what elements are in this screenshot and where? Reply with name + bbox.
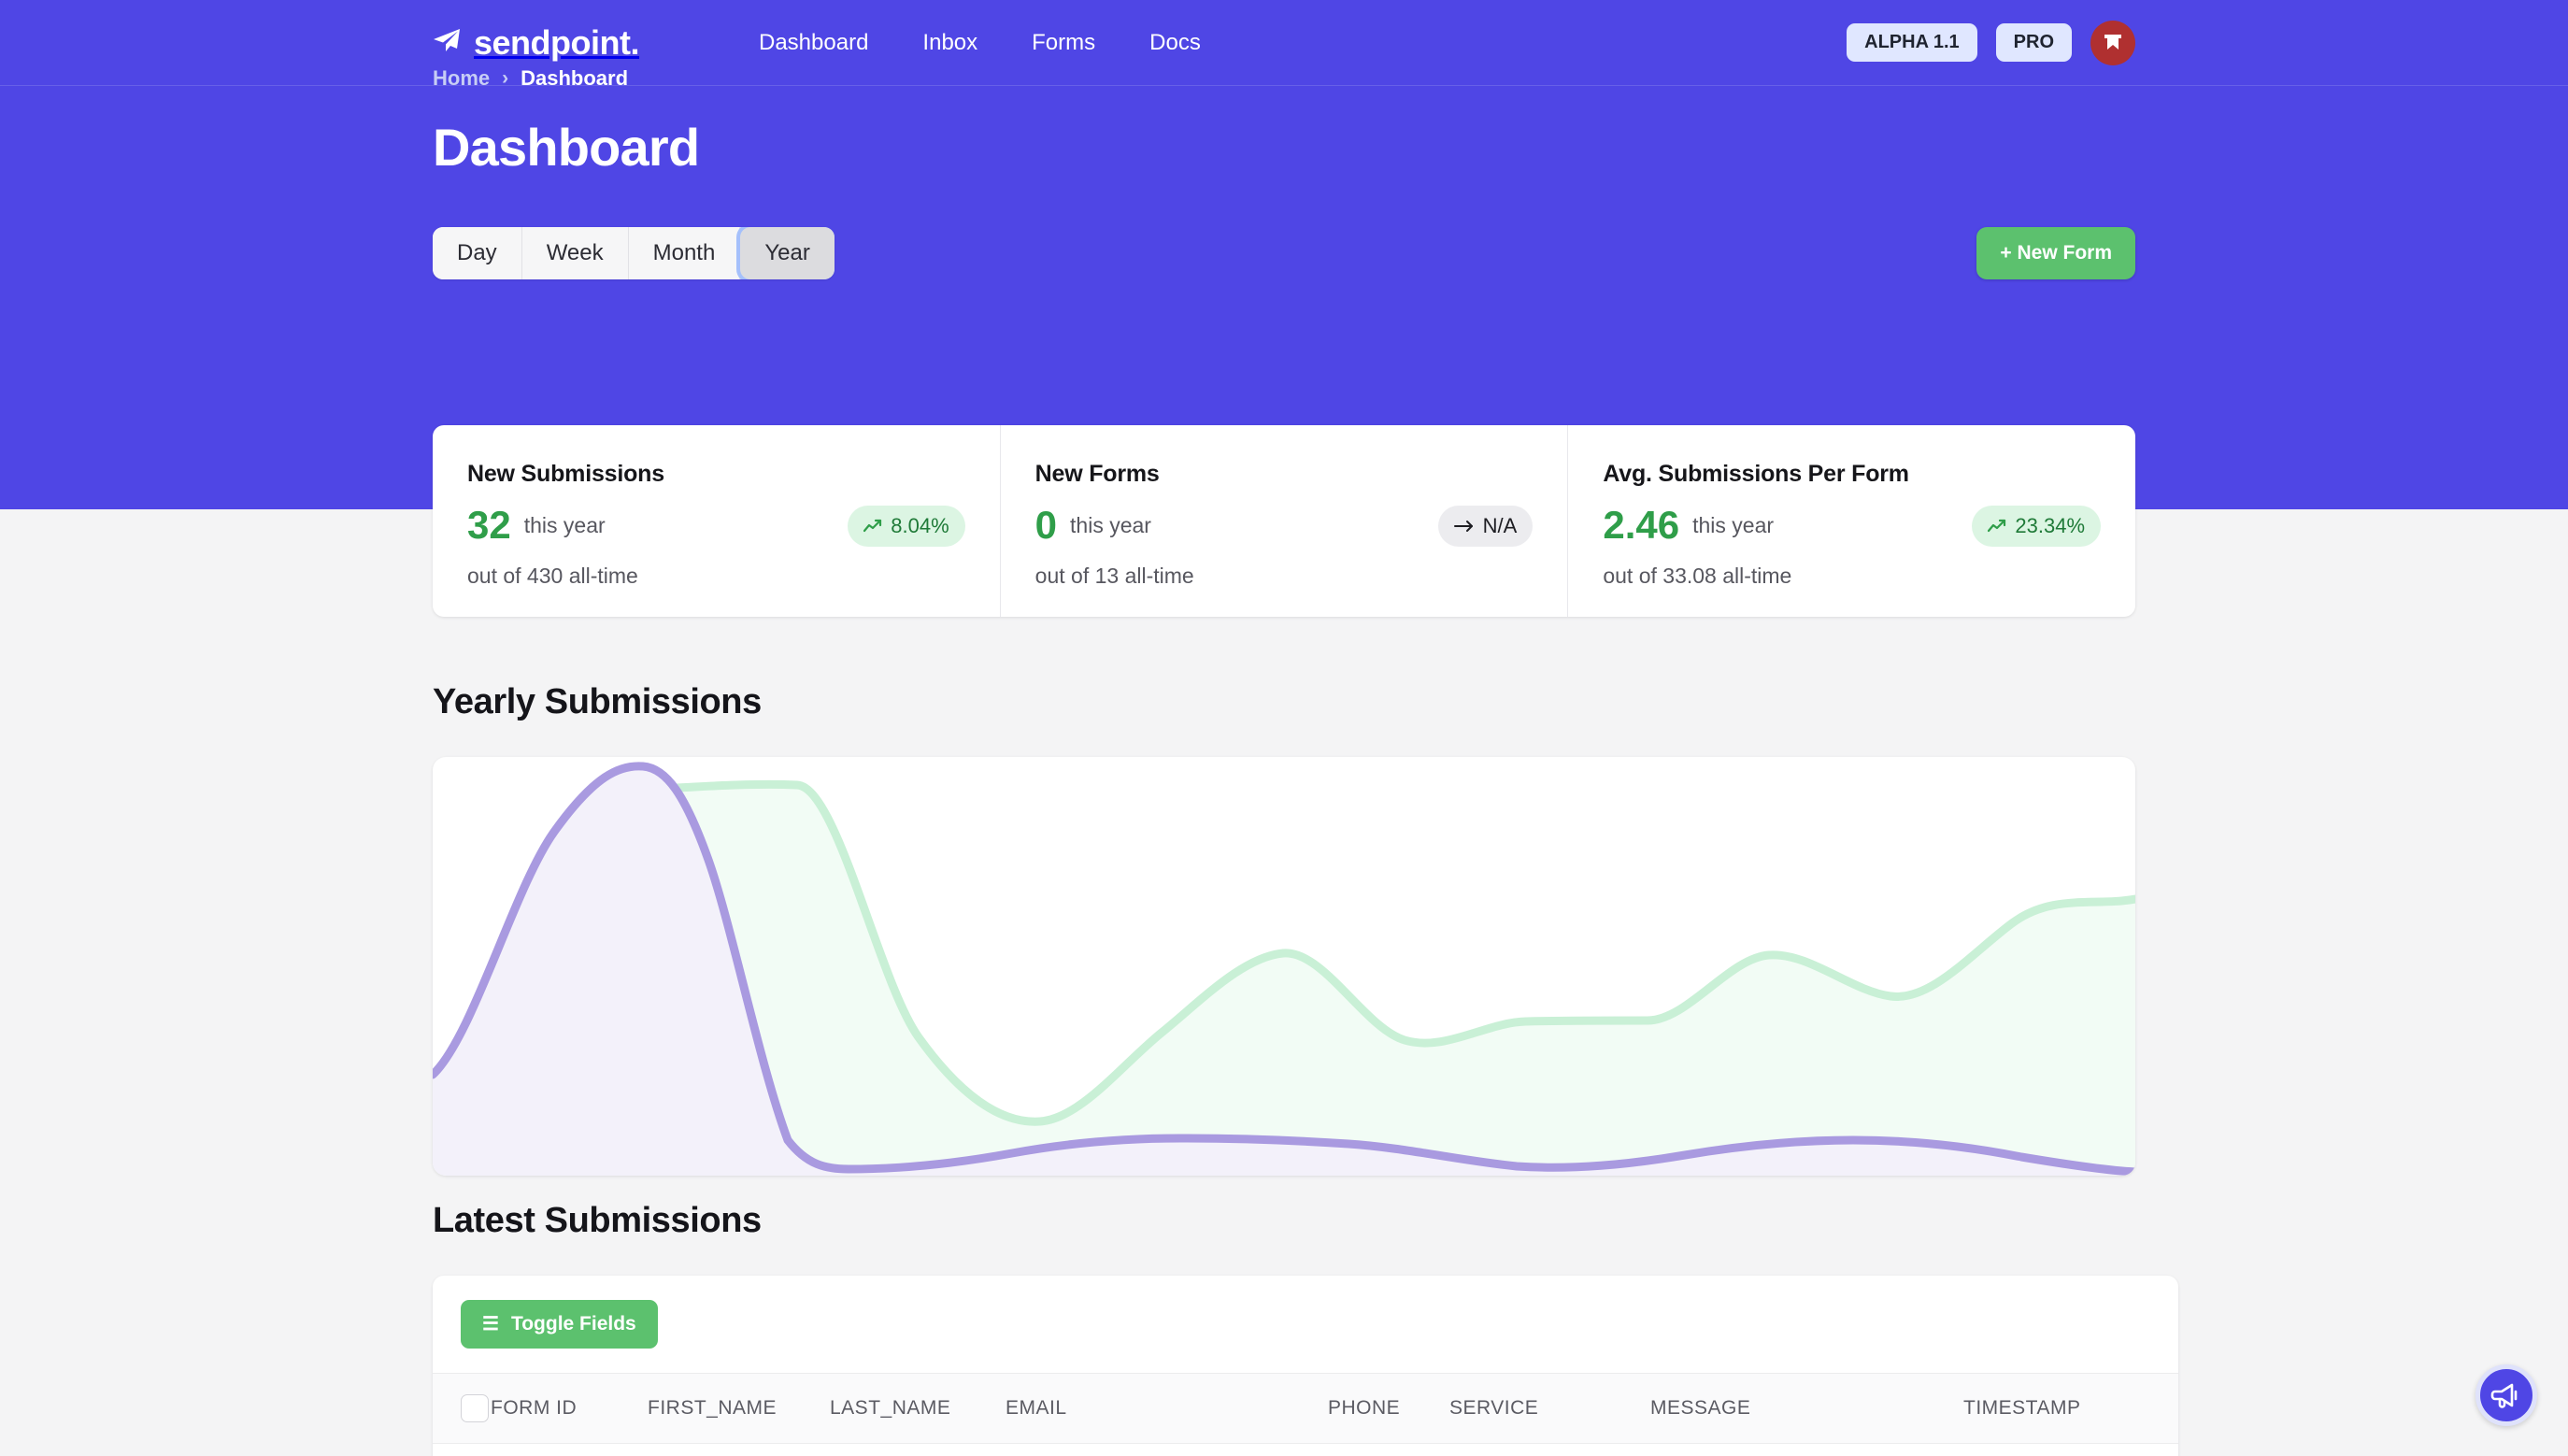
column-header-phone[interactable]: PHONE bbox=[1328, 1374, 1449, 1444]
cell-email: finnagapp@icloud.com bbox=[1006, 1444, 1328, 1456]
trend-up-icon bbox=[863, 519, 882, 534]
cell-message: Nice Website, appreciate bbox=[1650, 1444, 1963, 1456]
toggle-fields-button[interactable]: ☰ Toggle Fields bbox=[461, 1300, 658, 1349]
dashboard-page: sendpoint. Dashboard Inbox Forms Docs AL… bbox=[0, 0, 2568, 1456]
column-header-timestamp[interactable]: TIMESTAMP bbox=[1963, 1374, 2178, 1444]
trend-up-icon bbox=[1988, 519, 2006, 534]
stat-value: 32 bbox=[467, 506, 511, 545]
cell-last-name: Martin bbox=[830, 1444, 1006, 1456]
range-option-year[interactable]: Year bbox=[740, 227, 835, 279]
table-row[interactable]: tim Finn Martin finnagapp@icloud.com Ski… bbox=[433, 1444, 2178, 1456]
new-form-button[interactable]: + New Form bbox=[1976, 227, 2135, 279]
status-badge: 23.34% bbox=[1972, 506, 2101, 547]
status-badge-label: 23.34% bbox=[2015, 514, 2085, 538]
chart-svg bbox=[433, 757, 2135, 1176]
stat-value: 0 bbox=[1035, 506, 1057, 545]
submissions-table-card: ☰ Toggle Fields FORM ID FIRST_NAME LAST_… bbox=[433, 1276, 2178, 1456]
stat-value: 2.46 bbox=[1603, 506, 1679, 545]
range-option-week[interactable]: Week bbox=[522, 227, 629, 279]
cell-first-name: Finn bbox=[648, 1444, 830, 1456]
status-badge-label: 8.04% bbox=[891, 514, 949, 538]
select-all-checkbox[interactable] bbox=[461, 1394, 489, 1422]
table-toolbar: ☰ Toggle Fields bbox=[433, 1276, 2178, 1373]
stat-cards: New Submissions 32 this year 8.04% out o… bbox=[433, 425, 2135, 617]
range-option-day[interactable]: Day bbox=[433, 227, 522, 279]
breadcrumb-current: Dashboard bbox=[521, 66, 628, 91]
cell-timestamp: 11/06/23 1:42:04 PM bbox=[1963, 1444, 2178, 1456]
breadcrumb-home[interactable]: Home bbox=[433, 66, 490, 91]
breadcrumb: Home › Dashboard bbox=[433, 0, 2135, 91]
stat-period: this year bbox=[524, 513, 606, 538]
status-badge: 8.04% bbox=[848, 506, 964, 547]
table-header-row: FORM ID FIRST_NAME LAST_NAME EMAIL PHONE… bbox=[433, 1374, 2178, 1444]
toggle-fields-label: Toggle Fields bbox=[511, 1313, 636, 1335]
row-select-cell bbox=[433, 1444, 491, 1456]
cell-phone bbox=[1328, 1444, 1449, 1456]
arrow-right-icon bbox=[1454, 520, 1475, 533]
status-badge: N/A bbox=[1438, 506, 1534, 547]
column-header-email[interactable]: EMAIL bbox=[1006, 1374, 1328, 1444]
stat-subtext: out of 33.08 all-time bbox=[1603, 564, 2101, 589]
stat-title: New Submissions bbox=[467, 461, 965, 488]
status-badge-label: N/A bbox=[1483, 514, 1518, 538]
range-selector: Day Week Month Year bbox=[433, 227, 835, 279]
stat-title: New Forms bbox=[1035, 461, 1534, 488]
submissions-table: FORM ID FIRST_NAME LAST_NAME EMAIL PHONE… bbox=[433, 1373, 2178, 1456]
cell-service: Skills Training bbox=[1449, 1444, 1650, 1456]
stat-subtext: out of 430 all-time bbox=[467, 564, 965, 589]
page-title: Dashboard bbox=[433, 117, 2135, 178]
cell-form-id: tim bbox=[491, 1444, 648, 1456]
stat-card-avg-submissions-per-form: Avg. Submissions Per Form 2.46 this year… bbox=[1568, 425, 2135, 617]
hamburger-icon: ☰ bbox=[482, 1315, 499, 1334]
submissions-chart[interactable] bbox=[433, 757, 2135, 1176]
range-option-month[interactable]: Month bbox=[629, 227, 741, 279]
stat-period: this year bbox=[1692, 513, 1774, 538]
stat-card-new-submissions: New Submissions 32 this year 8.04% out o… bbox=[433, 425, 1001, 617]
select-all-header bbox=[433, 1374, 491, 1444]
stat-title: Avg. Submissions Per Form bbox=[1603, 461, 2101, 488]
chevron-right-icon: › bbox=[502, 67, 508, 90]
column-header-last-name[interactable]: LAST_NAME bbox=[830, 1374, 1006, 1444]
megaphone-icon bbox=[2490, 1381, 2522, 1409]
column-header-message[interactable]: MESSAGE bbox=[1650, 1374, 1963, 1444]
column-header-form-id[interactable]: FORM ID bbox=[491, 1374, 648, 1444]
table-section-title: Latest Submissions bbox=[433, 1201, 2135, 1241]
controls-row: Day Week Month Year + New Form bbox=[433, 227, 2135, 279]
stat-period: this year bbox=[1070, 513, 1151, 538]
chart-section-title: Yearly Submissions bbox=[433, 682, 2135, 722]
stat-card-new-forms: New Forms 0 this year N/A out of 13 all-… bbox=[1001, 425, 1569, 617]
column-header-service[interactable]: SERVICE bbox=[1449, 1374, 1650, 1444]
announcements-button[interactable] bbox=[2475, 1364, 2537, 1426]
column-header-first-name[interactable]: FIRST_NAME bbox=[648, 1374, 830, 1444]
stat-subtext: out of 13 all-time bbox=[1035, 564, 1534, 589]
